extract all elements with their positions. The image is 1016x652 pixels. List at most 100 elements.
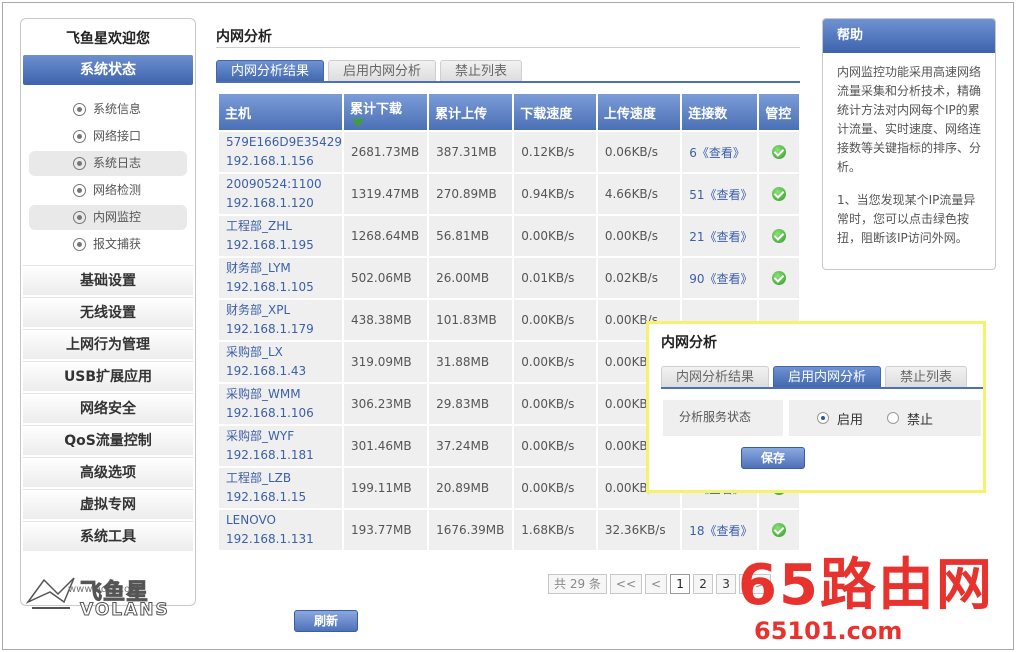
cell-ctrl [759,216,799,256]
allow-toggle-icon[interactable] [772,187,787,202]
tab-analysis-results[interactable]: 内网分析结果 [216,60,325,82]
option-enable[interactable]: 启用 [817,409,863,428]
cell-down: 306.23MB [344,384,428,424]
host-ip[interactable]: 192.168.1.43 [226,362,342,381]
popup-tab-block-list[interactable]: 禁止列表 [885,366,968,388]
menu-system-tools[interactable]: 系统工具 [23,521,193,551]
radio-disable[interactable] [887,412,900,424]
cell-conn[interactable]: 6《查看》 [682,132,758,172]
menu-vpn[interactable]: 虚拟专网 [23,489,193,519]
cell-dspeed: 0.01KB/s [514,258,596,298]
cell-down: 1268.64MB [344,216,428,256]
cell-dspeed: 0.00KB/s [514,342,596,382]
tab-block-list[interactable]: 禁止列表 [440,60,523,82]
title-divider [216,47,800,48]
host-name[interactable]: 财务部_LYM [226,259,342,278]
cell-dspeed: 1.68KB/s [514,510,596,550]
column-header-connections[interactable]: 连接数 [682,94,758,130]
help-paragraph: 1、当您发现某个IP流量异常时，您可以点击绿色按扭，阻断该IP访问外网。 [837,193,976,245]
submenu-packet-capture[interactable]: 报文捕获 [29,232,187,257]
page-title: 内网分析 [216,29,272,45]
tab-enable-analysis[interactable]: 启用内网分析 [328,60,437,82]
column-header-host[interactable]: 主机 [219,94,343,130]
cell-conn[interactable]: 90《查看》 [682,258,758,298]
host-ip[interactable]: 192.168.1.179 [226,320,342,339]
allow-toggle-icon[interactable] [772,229,787,244]
allow-toggle-icon[interactable] [772,145,787,160]
cell-host: 采购部_WMM 192.168.1.106 [219,384,343,424]
column-header-upload-speed[interactable]: 上传速度 [597,94,681,130]
host-name[interactable]: 财务部_XPL [226,301,342,320]
host-name[interactable]: 工程部_LZB [226,469,342,488]
host-ip[interactable]: 192.168.1.15 [226,488,342,507]
host-name[interactable]: 采购部_WMM [226,385,342,404]
host-ip[interactable]: 192.168.1.105 [226,278,342,297]
menu-qos[interactable]: QoS流量控制 [23,425,193,455]
cell-uspeed: 32.36KB/s [597,510,681,550]
cell-conn[interactable]: 21《查看》 [682,216,758,256]
submenu-system-info[interactable]: 系统信息 [29,97,187,122]
menu-network-security[interactable]: 网络安全 [23,393,193,423]
host-ip[interactable]: 192.168.1.106 [226,404,342,423]
menu-wireless-settings[interactable]: 无线设置 [23,297,193,327]
radio-enable[interactable] [817,412,829,424]
popup-tab-analysis-results[interactable]: 内网分析结果 [661,366,770,388]
menu-system-status[interactable]: 系统状态 [23,55,193,85]
tabs-divider [216,81,800,83]
host-ip[interactable]: 192.168.1.131 [226,530,342,549]
allow-toggle-icon[interactable] [772,523,787,538]
host-name[interactable]: 采购部_LX [226,343,342,362]
allow-toggle-icon[interactable] [772,271,787,286]
cell-ctrl [759,132,799,172]
host-name[interactable]: 579E166D9E35429 [226,133,342,152]
watermark-logo: 65路由网 [738,553,994,618]
option-disable[interactable]: 禁止 [887,409,933,428]
cell-up: 56.81MB [429,216,513,256]
refresh-button[interactable]: 刷新 [294,610,358,632]
host-ip[interactable]: 192.168.1.181 [226,446,342,465]
pager-page-2[interactable]: 2 [693,574,714,594]
cell-conn[interactable]: 18《查看》 [682,510,758,550]
pager-page-1[interactable]: 1 [670,574,691,594]
cell-conn[interactable]: 51《查看》 [682,174,758,214]
host-ip[interactable]: 192.168.1.195 [226,236,342,255]
cell-host: 20090524:1100 192.168.1.120 [219,174,343,214]
sort-desc-icon[interactable] [352,118,365,127]
cell-uspeed: 0.02KB/s [597,258,681,298]
popup-tab-enable-analysis[interactable]: 启用内网分析 [773,366,882,388]
menu-usb-apps[interactable]: USB扩展应用 [23,361,193,391]
popup-tabs: 内网分析结果 启用内网分析 禁止列表 [661,366,971,388]
host-name[interactable]: 20090524:1100 [226,175,342,194]
cell-ctrl [759,258,799,298]
menu-advanced[interactable]: 高级选项 [23,457,193,487]
host-ip[interactable]: 192.168.1.156 [226,152,342,171]
host-name[interactable]: 工程部_ZHL [226,217,342,236]
host-name[interactable]: LENOVO [226,511,342,530]
column-header-download-speed[interactable]: 下载速度 [514,94,596,130]
pager-prev[interactable]: < [645,574,668,594]
column-header-total-download[interactable]: 累计下载 [344,94,428,130]
submenu-network-test[interactable]: 网络检测 [29,178,187,203]
cell-ctrl [759,510,799,550]
menu-basic-settings[interactable]: 基础设置 [23,265,193,295]
column-header-control: 管控 [759,94,799,130]
welcome-text: 飞鱼星欢迎您 [66,31,150,47]
column-header-total-upload[interactable]: 累计上传 [429,94,513,130]
menu-behavior-management[interactable]: 上网行为管理 [23,329,193,359]
cell-dspeed: 0.00KB/s [514,468,596,508]
table-row: 工程部_ZHL 192.168.1.195 1268.64MB 56.81MB 0.00… [219,216,799,256]
cell-up: 101.83MB [429,300,513,340]
host-name[interactable]: 采购部_WYF [226,427,342,446]
help-panel: 帮助 内网监控功能采用高速网络流量采集和分析技术，精确统计方法对内网每个IP的累… [822,18,996,270]
cell-dspeed: 0.00KB/s [514,300,596,340]
host-ip[interactable]: 192.168.1.120 [226,194,342,213]
bullet-icon [73,238,86,251]
save-button[interactable]: 保存 [741,447,805,469]
pager-page-3[interactable]: 3 [716,574,737,594]
submenu-lan-monitor[interactable]: 内网监控 [29,205,187,230]
submenu-system-log[interactable]: 系统日志 [29,151,187,176]
submenu-network-interface[interactable]: 网络接口 [29,124,187,149]
service-status-label: 分析服务状态 [663,400,783,436]
pager-first[interactable]: << [609,574,643,594]
cell-down: 319.09MB [344,342,428,382]
